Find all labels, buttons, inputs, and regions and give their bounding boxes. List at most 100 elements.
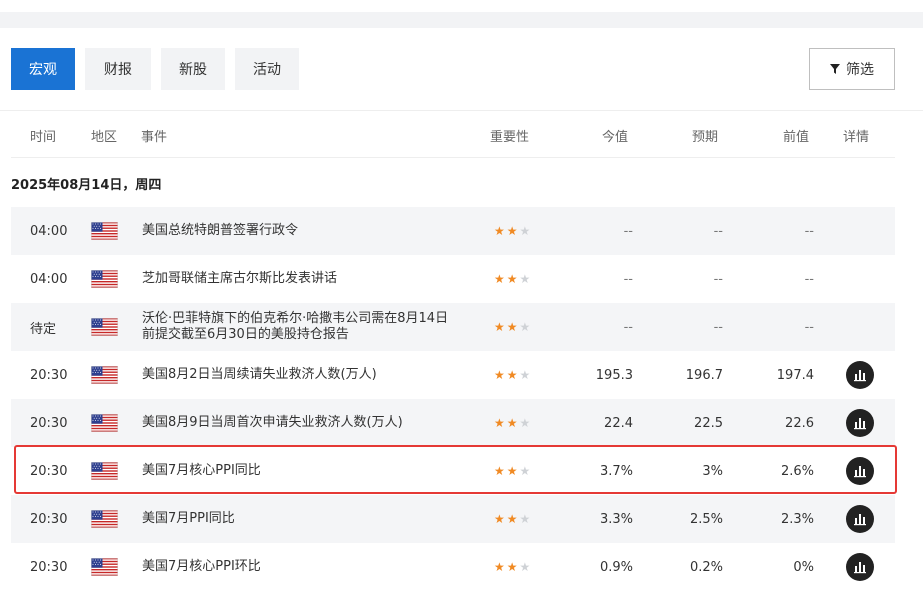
bar-chart-icon bbox=[853, 464, 867, 478]
star-icon: ★ bbox=[519, 512, 531, 526]
row-forecast: 2.5% bbox=[689, 511, 723, 527]
row-time: 20:30 bbox=[30, 415, 68, 431]
row-forecast: 3% bbox=[702, 463, 723, 479]
row-actual: 195.3 bbox=[595, 367, 633, 383]
row-previous: -- bbox=[804, 319, 814, 335]
table-row[interactable]: 待定 沃伦·巴菲特旗下的伯克希尔·哈撒韦公司需在8月14日前提交截至6月30日的… bbox=[11, 303, 895, 351]
star-icon: ★ bbox=[506, 320, 518, 334]
chart-detail-button[interactable] bbox=[846, 409, 874, 437]
star-icon: ★ bbox=[494, 320, 505, 334]
row-actual: 22.4 bbox=[604, 415, 633, 431]
funnel-icon bbox=[830, 64, 840, 74]
us-flag-icon bbox=[91, 222, 118, 240]
bar-chart-icon bbox=[853, 368, 867, 382]
star-icon: ★ bbox=[519, 464, 531, 478]
table-header: 时间 地区 事件 重要性 今值 预期 前值 详情 bbox=[11, 111, 895, 158]
star-icon: ★ bbox=[506, 512, 518, 526]
column-header-detail: 详情 bbox=[843, 130, 870, 145]
importance-stars: ★ ★ ★ bbox=[494, 224, 530, 238]
row-previous: 22.6 bbox=[785, 415, 814, 431]
row-event[interactable]: 美国8月2日当周续请失业救济人数(万人) bbox=[142, 351, 452, 399]
table-row[interactable]: 20:30 美国7月PPI同比 ★ ★ ★ 3.3% 2.5% 2.3% bbox=[11, 495, 895, 543]
star-icon: ★ bbox=[519, 224, 531, 238]
column-header-time: 时间 bbox=[30, 130, 57, 145]
column-header-region: 地区 bbox=[91, 130, 118, 145]
star-icon: ★ bbox=[494, 224, 505, 238]
chart-detail-button[interactable] bbox=[846, 361, 874, 389]
table-row[interactable]: 20:30 美国7月核心PPI环比 ★ ★ ★ 0.9% 0.2% 0% bbox=[11, 543, 895, 591]
table-row[interactable]: 04:00 芝加哥联储主席古尔斯比发表讲话 ★ ★ ★ -- -- -- bbox=[11, 255, 895, 303]
star-icon: ★ bbox=[519, 416, 531, 430]
row-actual: -- bbox=[623, 271, 633, 287]
star-icon: ★ bbox=[519, 272, 531, 286]
us-flag-icon bbox=[91, 270, 118, 288]
star-icon: ★ bbox=[506, 272, 518, 286]
row-event[interactable]: 芝加哥联储主席古尔斯比发表讲话 bbox=[142, 255, 452, 303]
star-icon: ★ bbox=[494, 512, 505, 526]
chart-detail-button[interactable] bbox=[846, 553, 874, 581]
row-forecast: -- bbox=[713, 223, 723, 239]
row-previous: 2.3% bbox=[780, 511, 814, 527]
row-actual: 3.3% bbox=[599, 511, 633, 527]
star-icon: ★ bbox=[506, 224, 518, 238]
row-event[interactable]: 美国7月PPI同比 bbox=[142, 495, 452, 543]
star-icon: ★ bbox=[494, 368, 505, 382]
row-time: 20:30 bbox=[30, 367, 68, 383]
tab-earnings[interactable]: 财报 bbox=[85, 48, 151, 90]
table-row[interactable]: 20:30 美国8月2日当周续请失业救济人数(万人) ★ ★ ★ 195.3 196… bbox=[11, 351, 895, 399]
row-time: 20:30 bbox=[30, 463, 68, 479]
importance-stars: ★ ★ ★ bbox=[494, 464, 530, 478]
row-forecast: 22.5 bbox=[694, 415, 723, 431]
bar-chart-icon bbox=[853, 560, 867, 574]
star-icon: ★ bbox=[519, 560, 531, 574]
bar-chart-icon bbox=[853, 416, 867, 430]
importance-stars: ★ ★ ★ bbox=[494, 512, 530, 526]
column-header-importance: 重要性 bbox=[490, 130, 530, 145]
chart-detail-button[interactable] bbox=[846, 457, 874, 485]
star-icon: ★ bbox=[494, 464, 505, 478]
filter-label: 筛选 bbox=[846, 62, 874, 78]
star-icon: ★ bbox=[506, 464, 518, 478]
row-previous: 0% bbox=[793, 559, 814, 575]
tab-macro[interactable]: 宏观 bbox=[11, 48, 75, 90]
importance-stars: ★ ★ ★ bbox=[494, 320, 530, 334]
top-gray-bar bbox=[0, 12, 923, 28]
row-forecast: -- bbox=[713, 271, 723, 287]
row-previous: -- bbox=[804, 271, 814, 287]
event-list: 04:00 美国总统特朗普签署行政令 ★ ★ ★ -- -- -- 04:00 芝加… bbox=[11, 207, 895, 591]
table-row[interactable]: 20:30 美国7月核心PPI同比 ★ ★ ★ 3.7% 3% 2.6% bbox=[11, 447, 895, 495]
star-icon: ★ bbox=[494, 560, 505, 574]
chart-detail-button[interactable] bbox=[846, 505, 874, 533]
tab-events[interactable]: 活动 bbox=[235, 48, 299, 90]
column-header-actual: 今值 bbox=[602, 130, 629, 145]
importance-stars: ★ ★ ★ bbox=[494, 368, 530, 382]
filter-button[interactable]: 筛选 bbox=[809, 48, 895, 90]
us-flag-icon bbox=[91, 558, 118, 576]
star-icon: ★ bbox=[506, 416, 518, 430]
bar-chart-icon bbox=[853, 512, 867, 526]
row-event[interactable]: 美国7月核心PPI同比 bbox=[142, 447, 452, 495]
star-icon: ★ bbox=[494, 416, 505, 430]
row-actual: 3.7% bbox=[599, 463, 633, 479]
row-forecast: 196.7 bbox=[685, 367, 723, 383]
us-flag-icon bbox=[91, 462, 118, 480]
row-event[interactable]: 美国7月核心PPI环比 bbox=[142, 543, 452, 591]
us-flag-icon bbox=[91, 510, 118, 528]
star-icon: ★ bbox=[494, 272, 505, 286]
row-actual: 0.9% bbox=[599, 559, 633, 575]
importance-stars: ★ ★ ★ bbox=[494, 416, 530, 430]
row-event[interactable]: 美国8月9日当周首次申请失业救济人数(万人) bbox=[142, 399, 452, 447]
row-event[interactable]: 美国总统特朗普签署行政令 bbox=[142, 207, 452, 255]
table-row[interactable]: 04:00 美国总统特朗普签署行政令 ★ ★ ★ -- -- -- bbox=[11, 207, 895, 255]
table-row[interactable]: 20:30 美国8月9日当周首次申请失业救济人数(万人) ★ ★ ★ 22.4 22… bbox=[11, 399, 895, 447]
row-time: 04:00 bbox=[30, 223, 68, 239]
column-header-event: 事件 bbox=[141, 130, 168, 145]
row-previous: 2.6% bbox=[780, 463, 814, 479]
row-time: 20:30 bbox=[30, 559, 68, 575]
tab-ipo[interactable]: 新股 bbox=[161, 48, 225, 90]
row-event[interactable]: 沃伦·巴菲特旗下的伯克希尔·哈撒韦公司需在8月14日前提交截至6月30日的美股持… bbox=[142, 303, 452, 351]
category-tabs: 宏观 财报 新股 活动 bbox=[11, 48, 299, 90]
row-forecast: 0.2% bbox=[689, 559, 723, 575]
star-icon: ★ bbox=[519, 320, 531, 334]
importance-stars: ★ ★ ★ bbox=[494, 272, 530, 286]
